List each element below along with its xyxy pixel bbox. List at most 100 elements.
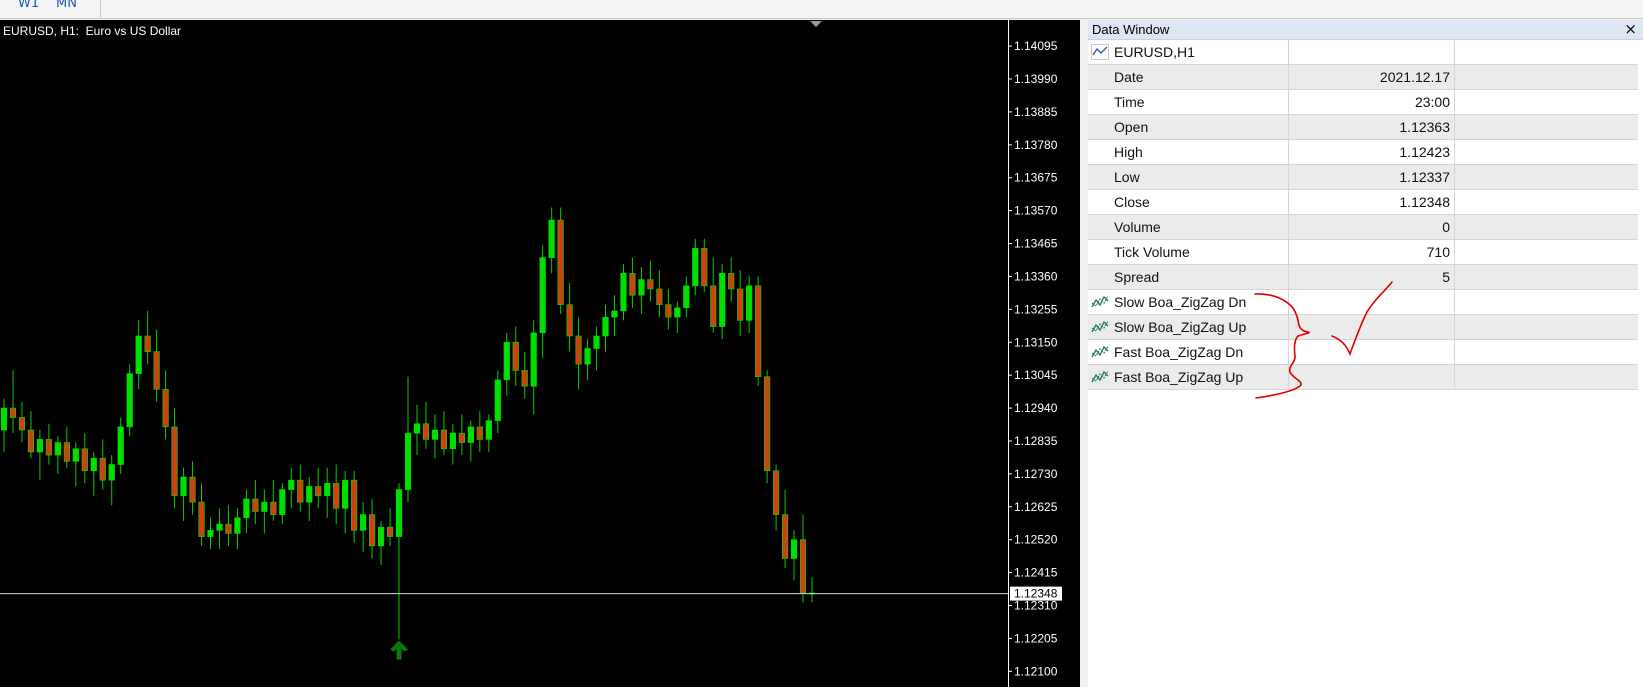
candle-body[interactable] [261, 501, 268, 512]
candle-body[interactable] [566, 304, 573, 337]
candle-body[interactable] [431, 429, 439, 440]
candle-body[interactable] [324, 482, 331, 497]
candle-body[interactable] [216, 523, 223, 531]
candle-body[interactable] [539, 257, 546, 334]
tab-timeframe-mn[interactable]: MN [50, 0, 83, 16]
candle-body[interactable] [54, 442, 61, 456]
candle-body[interactable] [476, 426, 483, 440]
candle-body[interactable] [279, 489, 286, 515]
candle-body[interactable] [333, 482, 340, 509]
candle-body[interactable] [440, 429, 447, 450]
candle-body[interactable] [503, 341, 510, 381]
candle-body[interactable] [683, 285, 690, 309]
candle-body[interactable] [27, 429, 35, 453]
indicator-row-fast-boa-zigzag-up[interactable]: Fast Boa_ZigZag Up [1088, 365, 1638, 390]
candle-body[interactable] [377, 526, 385, 547]
candle-body[interactable] [755, 285, 762, 378]
candle-body[interactable] [306, 486, 313, 503]
candle-body[interactable] [530, 332, 537, 387]
candle-body[interactable] [701, 247, 708, 287]
data-row-spread[interactable]: Spread 5 [1088, 265, 1638, 290]
candle-body[interactable] [629, 273, 636, 296]
candle-body[interactable] [225, 523, 232, 534]
candle-body[interactable] [270, 501, 277, 515]
data-window-symbol-row[interactable]: EURUSD,H1 [1088, 40, 1638, 65]
candle-body[interactable] [602, 316, 609, 337]
candle-body[interactable] [135, 335, 142, 374]
candle-body[interactable] [593, 335, 600, 349]
candle-body[interactable] [0, 407, 8, 431]
data-row-tick-volume[interactable]: Tick Volume 710 [1088, 240, 1638, 265]
candle-body[interactable] [198, 501, 205, 537]
candle-body[interactable] [234, 517, 241, 534]
candle-body[interactable] [189, 476, 196, 503]
candle-body[interactable] [710, 285, 717, 327]
candle-body[interactable] [620, 273, 627, 312]
candle-body[interactable] [656, 288, 663, 305]
candle-body[interactable] [90, 457, 97, 472]
candle-body[interactable] [719, 273, 726, 327]
candle-body[interactable] [799, 539, 807, 594]
data-row-date[interactable]: Date 2021.12.17 [1088, 65, 1638, 90]
candle-body[interactable] [108, 464, 115, 481]
candle-body[interactable] [99, 457, 106, 481]
candle-body[interactable] [171, 426, 178, 497]
close-icon[interactable]: × [1624, 20, 1637, 38]
data-row-volume[interactable]: Volume 0 [1088, 215, 1638, 240]
candle-body[interactable] [9, 407, 17, 418]
panel-splitter[interactable] [1080, 20, 1088, 687]
candle-body[interactable] [665, 304, 672, 318]
candle-body[interactable] [395, 489, 403, 537]
candle-body[interactable] [773, 470, 780, 515]
candle-body[interactable] [548, 219, 555, 258]
candle-body[interactable] [36, 439, 43, 453]
candle-body[interactable] [557, 219, 564, 305]
chart-canvas[interactable]: 1.14095 1.13990 1.13885 1.13780 1.13675 1.135… [0, 20, 1080, 687]
candle-body[interactable] [790, 539, 798, 559]
candle-body[interactable] [692, 247, 699, 287]
tab-timeframe-w1[interactable]: W1 [12, 0, 45, 16]
candle-body[interactable] [584, 348, 591, 365]
candle-body[interactable] [72, 448, 79, 462]
candle-body[interactable] [422, 423, 430, 440]
candle-body[interactable] [81, 448, 88, 472]
candle-body[interactable] [764, 376, 771, 472]
candle-body[interactable] [288, 479, 295, 490]
data-row-high[interactable]: High 1.12423 [1088, 140, 1638, 165]
candle-body[interactable] [638, 279, 645, 296]
candle-body[interactable] [449, 432, 456, 450]
candle-body[interactable] [458, 432, 465, 443]
candle-body[interactable] [297, 479, 304, 503]
candle-body[interactable] [207, 530, 214, 537]
indicator-row-slow-boa-zigzag-up[interactable]: Slow Boa_ZigZag Up [1088, 315, 1638, 340]
candle-body[interactable] [360, 514, 367, 531]
candle-body[interactable] [45, 439, 52, 456]
candle-body[interactable] [162, 388, 169, 428]
chart-shift-marker[interactable] [810, 21, 822, 27]
candle-body[interactable] [728, 273, 735, 290]
candle-body[interactable] [351, 479, 358, 531]
indicator-row-slow-boa-zigzag-dn[interactable]: Slow Boa_ZigZag Dn [1088, 290, 1638, 315]
candle-body[interactable] [737, 288, 744, 321]
data-row-close[interactable]: Close 1.12348 [1088, 190, 1638, 215]
candle-body[interactable] [611, 310, 618, 318]
data-row-time[interactable]: Time 23:00 [1088, 90, 1638, 115]
candle-body[interactable] [413, 423, 421, 434]
candle-body[interactable] [647, 279, 654, 290]
candle-body[interactable] [386, 526, 394, 537]
candle-body[interactable] [674, 307, 681, 318]
data-row-low[interactable]: Low 1.12337 [1088, 165, 1638, 190]
candle-body[interactable] [180, 476, 187, 497]
candle-body[interactable] [342, 479, 349, 509]
candle-body[interactable] [144, 335, 151, 352]
candle-body[interactable] [126, 373, 133, 428]
candle-body[interactable] [485, 420, 492, 440]
candle-body[interactable] [252, 498, 259, 512]
candle-body[interactable] [521, 370, 528, 387]
candle-body[interactable] [63, 442, 70, 462]
candle-body[interactable] [18, 417, 26, 431]
candle-body[interactable] [117, 426, 124, 465]
price-chart[interactable]: 1.14095 1.13990 1.13885 1.13780 1.13675 1.135… [0, 20, 1080, 687]
candle-body[interactable] [575, 335, 582, 365]
data-row-open[interactable]: Open 1.12363 [1088, 115, 1638, 140]
